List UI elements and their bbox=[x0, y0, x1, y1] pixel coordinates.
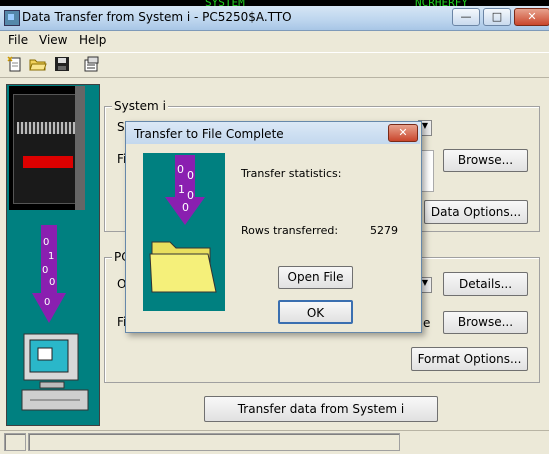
system-field-label: S bbox=[117, 120, 125, 134]
svg-text:0: 0 bbox=[182, 201, 189, 214]
menu-file[interactable]: File bbox=[8, 33, 28, 47]
dialog-close-button[interactable]: ✕ bbox=[388, 124, 418, 142]
rows-transferred-value: 5279 bbox=[370, 224, 398, 237]
data-options-button-label: Data Options... bbox=[430, 205, 522, 219]
open-folder-icon bbox=[148, 234, 218, 298]
rows-transferred-label: Rows transferred: bbox=[241, 224, 339, 237]
svg-text:0: 0 bbox=[42, 265, 48, 276]
svg-text:0: 0 bbox=[43, 237, 49, 248]
transfer-data-button-label: Transfer data from System i bbox=[237, 402, 405, 416]
ok-button-label: OK bbox=[306, 306, 325, 320]
app-icon bbox=[4, 10, 20, 26]
format-options-button[interactable]: Format Options... bbox=[411, 347, 528, 371]
browse-button-label: Browse... bbox=[457, 153, 514, 167]
server-icon bbox=[9, 86, 85, 210]
pc-file-field-tail[interactable]: e bbox=[423, 316, 430, 330]
transfer-statistics-label: Transfer statistics: bbox=[241, 167, 342, 180]
status-pane-small bbox=[4, 433, 26, 451]
menu-help[interactable]: Help bbox=[79, 33, 106, 47]
status-pane-main bbox=[28, 433, 400, 451]
minimize-button[interactable]: — bbox=[452, 8, 480, 26]
open-file-button[interactable]: Open File bbox=[278, 266, 353, 289]
transfer-data-button[interactable]: Transfer data from System i bbox=[204, 396, 438, 422]
window-title: Data Transfer from System i - PC5250$A.T… bbox=[22, 10, 292, 24]
browse-button[interactable]: Browse... bbox=[443, 149, 528, 172]
close-button[interactable]: ✕ bbox=[514, 8, 549, 26]
dialog-title: Transfer to File Complete bbox=[134, 127, 284, 141]
data-options-button[interactable]: Data Options... bbox=[424, 200, 528, 224]
ok-button[interactable]: OK bbox=[278, 300, 353, 324]
download-arrow-icon: 0 1 0 0 0 bbox=[32, 225, 66, 325]
open-file-button-label: Open File bbox=[287, 270, 344, 284]
save-disk-icon[interactable] bbox=[53, 55, 71, 73]
pc-browse-button[interactable]: Browse... bbox=[443, 311, 528, 334]
menu-view[interactable]: View bbox=[39, 33, 67, 47]
svg-text:1: 1 bbox=[48, 251, 54, 262]
format-options-button-label: Format Options... bbox=[417, 352, 522, 366]
new-file-icon[interactable] bbox=[6, 55, 24, 73]
svg-text:1: 1 bbox=[178, 183, 185, 196]
maximize-button[interactable]: □ bbox=[483, 8, 511, 26]
system-i-group-label: System i bbox=[112, 99, 168, 113]
properties-icon[interactable] bbox=[82, 55, 100, 73]
svg-text:0: 0 bbox=[177, 163, 184, 176]
details-button[interactable]: Details... bbox=[443, 272, 528, 296]
download-arrow-icon: 0 0 1 0 0 bbox=[165, 155, 205, 227]
pc-browse-button-label: Browse... bbox=[457, 315, 514, 329]
svg-text:0: 0 bbox=[44, 297, 50, 308]
open-folder-icon[interactable] bbox=[29, 55, 47, 73]
svg-text:0: 0 bbox=[187, 169, 194, 182]
details-button-label: Details... bbox=[458, 277, 513, 291]
svg-text:0: 0 bbox=[49, 277, 55, 288]
pc-computer-icon bbox=[20, 330, 94, 418]
